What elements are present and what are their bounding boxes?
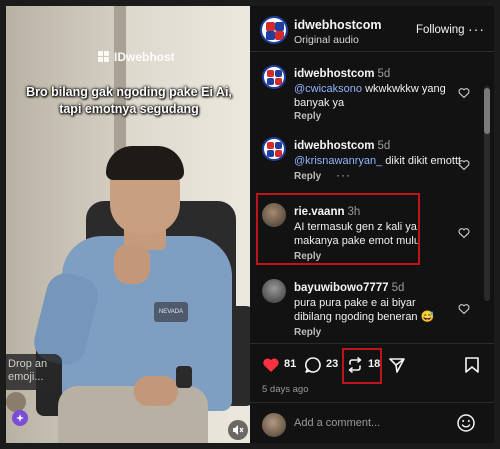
video-brand-text: IDwebhost <box>114 50 175 64</box>
comment-mention[interactable]: @krisnawanryan_ <box>294 155 382 167</box>
author-handle[interactable]: idwebhostcom <box>294 18 382 32</box>
like-comment-icon[interactable] <box>458 227 470 239</box>
post-frame: NEVADA IDwebhost Bro bilang gak ngoding … <box>0 0 500 449</box>
viewer-avatar <box>6 392 26 412</box>
comment-author-name[interactable]: idwebhostcom <box>294 68 375 80</box>
avatar[interactable] <box>260 16 288 44</box>
comment-mention[interactable]: @cwicaksono <box>294 83 362 95</box>
comment-body: dikit dikit emottt <box>382 155 462 167</box>
person-pants <box>58 386 208 443</box>
like-comment-icon[interactable] <box>458 159 470 171</box>
comment-author-name[interactable]: bayuwibowo7777 <box>294 282 389 294</box>
comment-list: idwebhostcom 5d @cwicaksono wkwkwkkw yang… <box>250 53 494 343</box>
comment-count[interactable]: 23 <box>326 358 338 370</box>
comment-author-name[interactable]: idwebhostcom <box>294 140 375 152</box>
avatar[interactable] <box>262 65 286 89</box>
action-bar: 81 23 18 5 days ago <box>250 343 494 395</box>
comment-item: idwebhostcom 5d @cwicaksono wkwkwkkw yang… <box>250 53 486 125</box>
comment-item: bayuwibowo7777 5d pura pura pake e ai biy… <box>250 267 486 345</box>
video-watermark: IDwebhost <box>98 50 175 64</box>
reply-button[interactable]: Reply <box>294 327 321 338</box>
sparkle-icon[interactable] <box>12 410 28 426</box>
comment-time: 5d <box>377 68 391 80</box>
person-hand <box>114 244 150 284</box>
post-header: idwebhostcom Original audio Following ··… <box>250 6 494 52</box>
share-icon[interactable] <box>388 356 406 374</box>
reply-button[interactable]: Reply <box>294 111 321 122</box>
comment-text: @krisnawanryan_ dikit dikit emottt <box>294 154 464 168</box>
wristwatch <box>176 366 192 388</box>
comment-icon[interactable] <box>304 356 322 374</box>
comments-panel: idwebhostcom Original audio Following ··… <box>250 6 494 443</box>
avatar[interactable] <box>262 279 286 303</box>
comment-item: idwebhostcom 5d @krisnawanryan_ dikit dik… <box>250 125 486 189</box>
person-hand <box>134 376 178 406</box>
following-button[interactable]: Following <box>416 24 465 36</box>
video-player[interactable]: NEVADA IDwebhost Bro bilang gak ngoding … <box>6 6 250 443</box>
audio-label[interactable]: Original audio <box>294 34 359 46</box>
scrollbar-thumb[interactable] <box>484 88 490 134</box>
post-date: 5 days ago <box>262 384 309 395</box>
comment-time: 5d <box>377 140 391 152</box>
bookmark-icon[interactable] <box>464 356 480 374</box>
caption-line: Bro bilang gak ngoding pake Ei Ai, <box>26 85 232 99</box>
comment-author[interactable]: idwebhostcom 5d <box>294 68 390 80</box>
person-hair <box>106 146 184 180</box>
comment-more-icon[interactable]: ··· <box>336 168 351 182</box>
idwebhost-logo-icon <box>98 51 110 63</box>
reply-button[interactable]: Reply <box>294 171 321 182</box>
heart-icon[interactable] <box>262 356 280 374</box>
comment-input[interactable] <box>294 417 444 429</box>
mute-icon[interactable] <box>228 420 248 440</box>
like-comment-icon[interactable] <box>458 87 470 99</box>
caption-line: tapi emotnya segudang <box>59 102 199 116</box>
comment-time: 5d <box>391 282 405 294</box>
avatar <box>262 413 286 437</box>
repost-icon[interactable] <box>346 356 364 374</box>
comment-body: pura pura pake e ai biyar dibilang ngodi… <box>294 297 435 323</box>
repost-count[interactable]: 18 <box>368 358 380 370</box>
shirt-badge: NEVADA <box>154 302 188 322</box>
comment-text: @cwicaksono wkwkwkkw yang banyak ya <box>294 82 454 110</box>
drop-emoji-prompt[interactable]: Drop an emoji... <box>6 354 62 390</box>
video-caption: Bro bilang gak ngoding pake Ei Ai, tapi … <box>14 84 244 118</box>
emoji-icon[interactable] <box>456 413 476 433</box>
like-count[interactable]: 81 <box>284 358 296 370</box>
comment-text: pura pura pake e ai biyar dibilang ngodi… <box>294 296 454 324</box>
comment-author[interactable]: bayuwibowo7777 5d <box>294 282 404 294</box>
avatar[interactable] <box>262 137 286 161</box>
add-comment-bar <box>250 402 494 443</box>
like-comment-icon[interactable] <box>458 303 470 315</box>
comment-author[interactable]: idwebhostcom 5d <box>294 140 390 152</box>
highlight-box <box>256 193 420 265</box>
more-options-icon[interactable]: ··· <box>468 21 485 37</box>
